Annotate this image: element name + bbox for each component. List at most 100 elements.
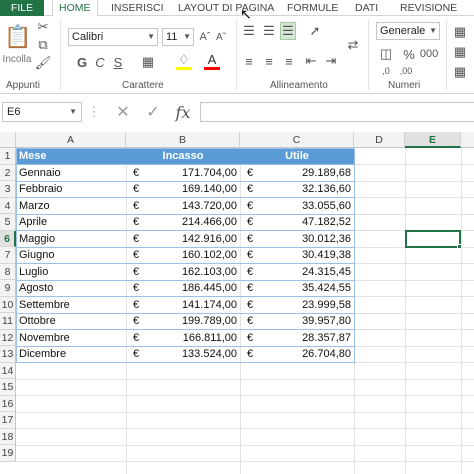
align-bottom-icon[interactable]: ☰ <box>280 22 296 40</box>
percent-icon[interactable]: % <box>402 46 416 62</box>
cell-mese[interactable]: Marzo <box>19 198 124 215</box>
cell-incasso[interactable]: 166.811,00 <box>145 330 237 347</box>
align-right-icon[interactable]: ≡ <box>282 54 296 69</box>
cell-incasso[interactable]: 142.916,00 <box>145 231 237 248</box>
cut-icon[interactable]: ✂ <box>36 19 50 34</box>
row-header[interactable]: 3 <box>0 181 16 198</box>
cell-utile[interactable]: 35.424,55 <box>259 280 351 297</box>
row-header[interactable]: 13 <box>0 346 16 363</box>
cell-utile[interactable]: 23.999,58 <box>259 297 351 314</box>
row-header[interactable]: 15 <box>0 379 16 396</box>
cell-mese[interactable]: Ottobre <box>19 313 124 330</box>
row-header[interactable]: 5 <box>0 214 16 231</box>
select-all-corner[interactable] <box>0 132 16 148</box>
cell-incasso[interactable]: 199.789,00 <box>145 313 237 330</box>
enter-icon[interactable]: ✓ <box>142 102 164 122</box>
cell-utile[interactable]: 47.182,52 <box>259 214 351 231</box>
decrease-indent-icon[interactable]: ⇤ <box>304 53 318 68</box>
row-header[interactable]: 8 <box>0 263 16 280</box>
cancel-icon[interactable]: ✕ <box>112 102 134 122</box>
row-header[interactable]: 2 <box>0 164 16 181</box>
italic-button[interactable]: C <box>94 54 106 70</box>
row-header[interactable]: 4 <box>0 197 16 214</box>
format-painter-icon[interactable]: 🖌 <box>35 55 52 70</box>
font-name-select[interactable]: Calibri ▼ <box>68 28 158 46</box>
column-header-c[interactable]: C <box>240 132 354 148</box>
cell-utile[interactable]: 24.315,45 <box>259 264 351 281</box>
cell-incasso[interactable]: 169.140,00 <box>145 181 237 198</box>
cell-mese[interactable]: Aprile <box>19 214 124 231</box>
cell-incasso[interactable]: 160.102,00 <box>145 247 237 264</box>
row-header[interactable]: 16 <box>0 395 16 412</box>
increase-decimal-icon[interactable]: ,0 <box>378 64 394 78</box>
formula-input[interactable] <box>200 102 474 122</box>
tab-dati[interactable]: DATI <box>355 0 378 16</box>
cell-utile[interactable]: 30.012,36 <box>259 231 351 248</box>
row-header[interactable]: 7 <box>0 247 16 264</box>
currency-format-icon[interactable]: ◫ <box>378 46 394 62</box>
cell-utile[interactable]: 30.419,38 <box>259 247 351 264</box>
cell-mese[interactable]: Novembre <box>19 330 124 347</box>
paste-label[interactable]: Incolla <box>0 54 34 65</box>
cell-utile[interactable]: 39.957,80 <box>259 313 351 330</box>
row-header[interactable]: 1 <box>0 148 16 165</box>
cell-mese[interactable]: Agosto <box>19 280 124 297</box>
row-header[interactable]: 11 <box>0 313 16 330</box>
align-top-icon[interactable]: ☰ <box>242 23 256 38</box>
active-cell-e6[interactable] <box>405 230 461 248</box>
orientation-icon[interactable]: ➚ <box>308 23 322 38</box>
decrease-decimal-icon[interactable]: ,00 <box>398 64 414 78</box>
cell-utile[interactable]: 28.357,87 <box>259 330 351 347</box>
number-format-select[interactable]: Generale ▼ <box>376 22 440 40</box>
row-header[interactable]: 9 <box>0 280 16 297</box>
font-size-select[interactable]: 11 ▼ <box>162 28 194 46</box>
row-header[interactable]: 17 <box>0 412 16 429</box>
cell-incasso[interactable]: 133.524,00 <box>145 346 237 363</box>
merge-cells-icon[interactable]: ⇄ <box>346 37 360 52</box>
cell-utile[interactable]: 32.136,60 <box>259 181 351 198</box>
align-center-icon[interactable]: ≡ <box>262 54 276 69</box>
column-header-f[interactable] <box>461 132 474 148</box>
tab-layout[interactable]: LAYOUT DI PAGINA <box>178 0 274 16</box>
cell-mese[interactable]: Gennaio <box>19 165 124 182</box>
name-box[interactable]: E6 ▼ <box>2 102 82 122</box>
paste-icon[interactable]: 📋 <box>4 22 32 52</box>
cell-incasso[interactable]: 214.466,00 <box>145 214 237 231</box>
cell-utile[interactable]: 29.189,68 <box>259 165 351 182</box>
cell-mese[interactable]: Dicembre <box>19 346 124 363</box>
cell-utile[interactable]: 26.704,80 <box>259 346 351 363</box>
cell-mese[interactable]: Luglio <box>19 264 124 281</box>
row-header[interactable]: 10 <box>0 296 16 313</box>
cell-mese[interactable]: Febbraio <box>19 181 124 198</box>
cell-incasso[interactable]: 171.704,00 <box>145 165 237 182</box>
font-color-icon[interactable]: A <box>204 52 220 70</box>
cell-mese[interactable]: Giugno <box>19 247 124 264</box>
column-header-d[interactable]: D <box>354 132 405 148</box>
format-table-icon[interactable]: ▦ <box>452 44 468 60</box>
column-header-e[interactable]: E <box>405 132 461 148</box>
cell-mese[interactable]: Settembre <box>19 297 124 314</box>
tab-inserisci[interactable]: INSERISCI <box>111 0 164 16</box>
borders-icon[interactable]: ▦ <box>140 54 156 70</box>
row-header[interactable]: 14 <box>0 362 16 379</box>
worksheet-grid[interactable]: A B C D E 1 2 3 4 5 6 7 8 9 10 11 12 13 … <box>0 132 474 474</box>
thousands-separator-icon[interactable]: 000 <box>420 46 438 62</box>
row-header[interactable]: 19 <box>0 445 16 462</box>
cell-incasso[interactable]: 141.174,00 <box>145 297 237 314</box>
column-header-a[interactable]: A <box>16 132 126 148</box>
decrease-font-icon[interactable]: Aˇ <box>214 28 228 46</box>
fill-color-icon[interactable]: ♢ <box>176 52 192 70</box>
tab-file[interactable]: FILE <box>0 0 44 16</box>
conditional-format-icon[interactable]: ▦ <box>452 24 468 40</box>
cell-incasso[interactable]: 143.720,00 <box>145 198 237 215</box>
row-header[interactable]: 12 <box>0 329 16 346</box>
insert-function-icon[interactable]: fx <box>172 102 194 122</box>
tab-revisione[interactable]: REVISIONE <box>400 0 457 16</box>
fill-handle[interactable] <box>457 244 462 249</box>
column-header-b[interactable]: B <box>126 132 240 148</box>
underline-button[interactable]: S <box>112 54 124 70</box>
cell-utile[interactable]: 33.055,60 <box>259 198 351 215</box>
row-header[interactable]: 18 <box>0 428 16 445</box>
tab-home[interactable]: HOME <box>52 0 98 17</box>
cell-incasso[interactable]: 186.445,00 <box>145 280 237 297</box>
